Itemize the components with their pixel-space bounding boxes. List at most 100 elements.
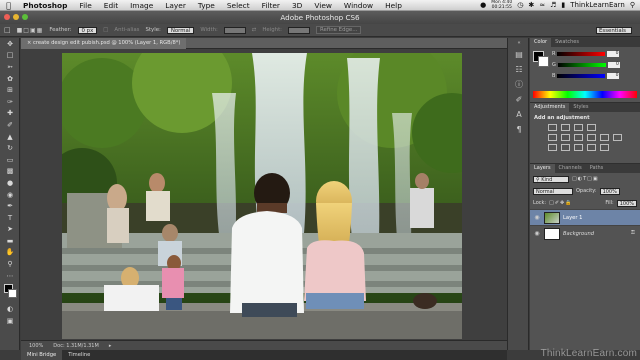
tab-styles[interactable]: Styles xyxy=(569,103,592,112)
vibrance-icon[interactable] xyxy=(548,134,557,141)
brush-icon[interactable]: ✐ xyxy=(0,119,20,131)
invert-icon[interactable] xyxy=(548,144,557,151)
history-panel-icon[interactable]: ▤ xyxy=(508,47,530,62)
zoom-level[interactable]: 100% xyxy=(29,343,43,349)
menu-app-name[interactable]: Photoshop xyxy=(17,1,73,10)
workspace-select[interactable]: Essentials xyxy=(596,26,632,34)
lasso-icon[interactable]: ➳ xyxy=(0,61,20,73)
blue-slider[interactable] xyxy=(557,74,606,78)
dock-collapse-icon[interactable]: « xyxy=(508,38,530,47)
style-select[interactable]: Normal xyxy=(166,26,195,34)
red-value[interactable]: 0 xyxy=(607,51,620,57)
tab-swatches[interactable]: Swatches xyxy=(551,38,583,47)
dodge-icon[interactable]: ◉ xyxy=(0,189,20,201)
apple-icon[interactable]:  xyxy=(0,1,17,10)
bluetooth-icon[interactable]: ✱ xyxy=(528,1,534,9)
search-icon[interactable]: ⚲ xyxy=(630,1,635,9)
width-input[interactable] xyxy=(223,26,246,34)
status-arrow-icon[interactable]: ▸ xyxy=(109,343,112,349)
clone-stamp-icon[interactable]: ▲ xyxy=(0,131,20,143)
fountain-photo[interactable] xyxy=(62,53,462,339)
pen-icon[interactable]: ✒ xyxy=(0,200,20,212)
green-value[interactable]: 0 xyxy=(607,62,620,68)
eyedropper-icon[interactable]: ✑ xyxy=(0,96,20,108)
menu-window[interactable]: Window xyxy=(338,1,379,10)
eraser-icon[interactable]: ▭ xyxy=(0,154,20,166)
tab-color[interactable]: Color xyxy=(530,38,552,47)
path-selection-icon[interactable]: ➤ xyxy=(0,224,20,236)
layer-name[interactable]: Layer 1 xyxy=(563,215,582,221)
wifi-icon[interactable]: ≈ xyxy=(539,1,545,9)
clock-icon[interactable]: ◷ xyxy=(517,1,523,9)
tab-mini-bridge[interactable]: Mini Bridge xyxy=(21,350,63,360)
visibility-eye-icon[interactable]: ◉ xyxy=(533,230,541,237)
info-panel-icon[interactable]: ⓘ xyxy=(508,77,530,92)
tab-layers[interactable]: Layers xyxy=(530,164,555,173)
record-icon[interactable]: ● xyxy=(480,1,486,9)
crop-icon[interactable]: ⊞ xyxy=(0,84,20,96)
red-slider[interactable] xyxy=(557,52,606,56)
more-tools-icon[interactable]: ⋯ xyxy=(0,270,20,282)
selection-mode-icons[interactable]: ■□▣▦ xyxy=(17,27,44,34)
color-spectrum[interactable] xyxy=(533,91,637,98)
lock-icons[interactable]: □✐✥🔒 xyxy=(549,200,572,206)
menu-type[interactable]: Type xyxy=(192,1,221,10)
exposure-icon[interactable] xyxy=(587,124,596,131)
tab-timeline[interactable]: Timeline xyxy=(62,350,96,360)
layer-name[interactable]: Background xyxy=(563,231,594,237)
visibility-eye-icon[interactable]: ◉ xyxy=(533,214,541,221)
threshold-icon[interactable] xyxy=(574,144,583,151)
refine-edge-button[interactable]: Refine Edge... xyxy=(316,26,362,34)
screen-mode-icon[interactable]: ▣ xyxy=(0,315,20,327)
gradient-icon[interactable]: ▩ xyxy=(0,166,20,178)
hand-icon[interactable]: ✋ xyxy=(0,247,20,259)
feather-input[interactable]: 0 px xyxy=(77,26,98,34)
tab-paths[interactable]: Paths xyxy=(586,164,608,173)
black-white-icon[interactable] xyxy=(587,134,596,141)
zoom-window-icon[interactable] xyxy=(22,14,28,20)
fill-input[interactable]: 100% xyxy=(616,199,637,207)
menu-view[interactable]: View xyxy=(308,1,338,10)
foreground-background-icon[interactable] xyxy=(0,281,20,303)
background-swatch[interactable] xyxy=(8,289,17,299)
volume-icon[interactable]: ♬ xyxy=(550,1,556,9)
tab-adjustments[interactable]: Adjustments xyxy=(530,103,570,112)
document-tab[interactable]: × create design edit pubish.psd @ 100% (… xyxy=(21,38,187,49)
brush-presets-icon[interactable]: ✐ xyxy=(508,92,530,107)
gradient-map-icon[interactable] xyxy=(587,144,596,151)
channel-mixer-icon[interactable] xyxy=(613,134,622,141)
quick-mask-icon[interactable]: ◐ xyxy=(0,303,20,315)
menu-edit[interactable]: Edit xyxy=(98,1,124,10)
blur-icon[interactable]: ● xyxy=(0,177,20,189)
battery-icon[interactable]: ▮ xyxy=(561,1,565,9)
quick-selection-icon[interactable]: ✿ xyxy=(0,73,20,85)
brightness-contrast-icon[interactable] xyxy=(548,124,557,131)
tab-channels[interactable]: Channels xyxy=(555,164,586,173)
character-panel-icon[interactable]: A xyxy=(508,107,530,122)
curves-icon[interactable] xyxy=(574,124,583,131)
marquee-tool-icon[interactable]: □ xyxy=(4,26,11,34)
menu-layer[interactable]: Layer xyxy=(159,1,192,10)
levels-icon[interactable] xyxy=(561,124,570,131)
menu-filter[interactable]: Filter xyxy=(256,1,286,10)
close-window-icon[interactable] xyxy=(4,14,10,20)
paragraph-panel-icon[interactable]: ¶ xyxy=(508,122,530,137)
posterize-icon[interactable] xyxy=(561,144,570,151)
document-size[interactable]: Doc: 1.31M/1.31M xyxy=(53,343,99,349)
opacity-input[interactable]: 100% xyxy=(599,187,620,195)
minimize-window-icon[interactable] xyxy=(13,14,19,20)
zoom-icon[interactable]: ⚲ xyxy=(0,258,20,270)
height-input[interactable] xyxy=(288,26,310,34)
color-background-swatch[interactable] xyxy=(538,56,549,67)
type-icon[interactable]: T xyxy=(0,212,20,224)
menu-help[interactable]: Help xyxy=(379,1,408,10)
color-balance-icon[interactable] xyxy=(574,134,583,141)
menu-image[interactable]: Image xyxy=(124,1,159,10)
swap-icon[interactable]: ⇄ xyxy=(252,27,257,33)
antialias-checkbox[interactable]: □ xyxy=(103,27,108,33)
blend-mode-select[interactable]: Normal xyxy=(533,187,573,195)
photo-filter-icon[interactable] xyxy=(600,134,609,141)
blue-value[interactable]: 0 xyxy=(607,73,620,79)
properties-panel-icon[interactable]: ☷ xyxy=(508,62,530,77)
menu-select[interactable]: Select xyxy=(221,1,256,10)
